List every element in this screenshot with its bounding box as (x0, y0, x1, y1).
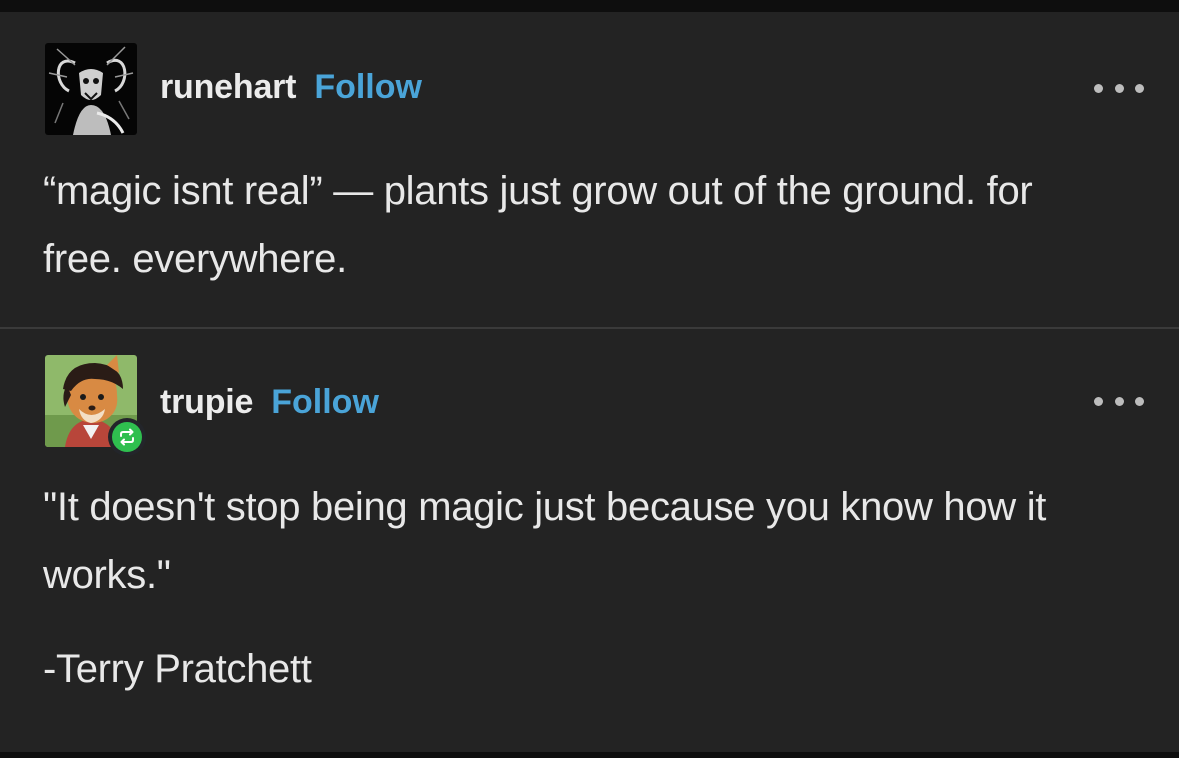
reblog-icon (112, 422, 142, 452)
post-divider (0, 327, 1179, 329)
dot (1135, 83, 1144, 93)
dot (1094, 396, 1103, 406)
username[interactable]: trupie (160, 383, 253, 422)
top-edge-bar (0, 0, 1179, 12)
username[interactable]: runehart (160, 68, 297, 107)
post-attribution: -Terry Pratchett (43, 647, 312, 691)
more-options-icon[interactable] (1094, 391, 1144, 411)
reblog-badge (108, 418, 146, 456)
post-header: runehart Follow (160, 67, 422, 107)
follow-button[interactable]: Follow (314, 68, 422, 107)
dot (1114, 83, 1124, 93)
post-header: trupie Follow (160, 382, 379, 422)
post-quote-text: "It doesn't stop being magic just becaus… (43, 485, 1047, 597)
follow-button[interactable]: Follow (271, 383, 379, 422)
more-options-icon[interactable] (1094, 78, 1144, 98)
post-trupie: trupie Follow "It doesn't stop being mag… (0, 330, 1179, 752)
post-body-text: “magic isnt real” — plants just grow out… (43, 169, 1033, 281)
post-runehart: runehart Follow “magic isnt real” — plan… (0, 12, 1179, 328)
bottom-edge-bar (0, 752, 1179, 758)
dot (1094, 83, 1103, 93)
ram-skull-avatar-icon (45, 43, 137, 135)
dot (1114, 396, 1124, 406)
avatar-runehart[interactable] (45, 43, 137, 135)
dot (1135, 396, 1144, 406)
